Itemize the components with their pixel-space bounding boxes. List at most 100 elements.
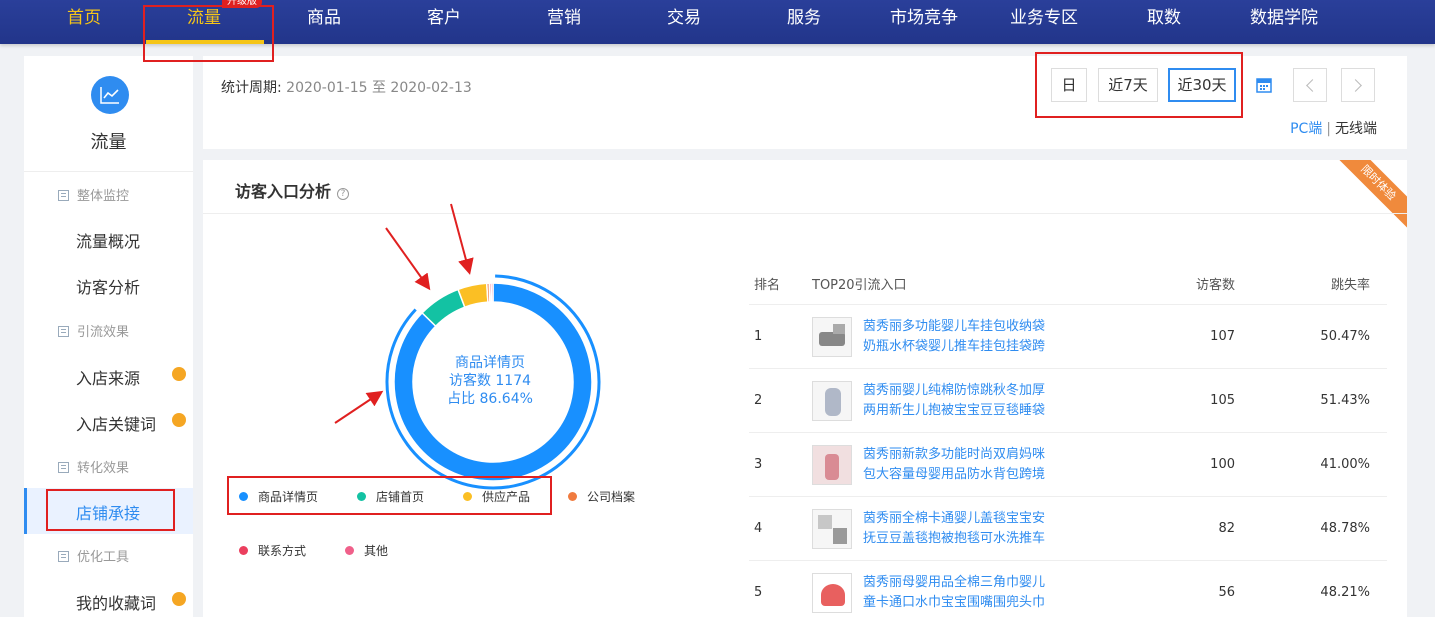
sidebar-active-highlight-box (46, 489, 175, 531)
row-rank: 1 (754, 329, 763, 344)
sidebar-group-label: 转化效果 (77, 461, 130, 476)
nav-data-fetch[interactable]: 取数 (1104, 0, 1224, 44)
sidebar-divider (24, 171, 193, 172)
nav-customers[interactable]: 客户 (384, 0, 504, 44)
table-header-bounce: 跳失率 (1330, 278, 1370, 293)
product-name-line2: 包大容量母婴用品防水背包跨境 (863, 467, 1046, 482)
row-rank: 3 (754, 457, 763, 472)
traffic-chart-icon (91, 76, 129, 114)
sidebar-group-tools: 优化工具 (58, 546, 129, 565)
product-thumbnail[interactable] (812, 509, 852, 549)
next-period-button[interactable] (1341, 68, 1375, 102)
row-rank: 5 (754, 585, 763, 600)
building-icon (58, 462, 69, 473)
sidebar-group-label: 引流效果 (77, 325, 130, 340)
nav-market[interactable]: 市场竞争 (864, 0, 984, 44)
new-dot-icon (172, 413, 186, 427)
sidebar-item-traffic-overview[interactable]: 流量概况 (76, 228, 140, 252)
sidebar-item-visitor-analysis[interactable]: 访客分析 (76, 274, 140, 298)
sidebar-group-monitoring: 整体监控 (58, 185, 129, 204)
product-name-line1: 茵秀丽婴儿纯棉防惊跳秋冬加厚 (863, 383, 1046, 398)
building-icon (58, 190, 69, 201)
table-divider (749, 496, 1387, 497)
annotation-arrows (334, 203, 474, 424)
legend-item-other[interactable]: 其他 (345, 542, 388, 559)
help-icon[interactable]: ? (337, 188, 350, 200)
prev-period-button[interactable] (1293, 68, 1327, 102)
sidebar-group-traffic-effect: 引流效果 (58, 321, 129, 340)
product-name-line2: 童卡通口水巾宝宝围嘴围兜头巾 (863, 595, 1046, 610)
product-thumbnail[interactable] (812, 381, 852, 421)
sidebar-item-entry-source[interactable]: 入店来源 (76, 365, 140, 389)
product-thumbnail[interactable] (812, 317, 852, 357)
product-link[interactable]: 茵秀丽全棉卡通婴儿盖毯宝宝安 抚豆豆盖毯抱被抱毯可水洗推车 (863, 509, 1053, 549)
legend-item-contact[interactable]: 联系方式 (239, 542, 306, 559)
product-name-line2: 奶瓶水杯袋婴儿推车挂包挂袋跨 (863, 339, 1046, 354)
nav-marketing[interactable]: 营销 (504, 0, 624, 44)
row-visitors: 105 (1210, 393, 1235, 408)
row-visitors: 82 (1218, 521, 1235, 536)
nav-data-academy[interactable]: 数据学院 (1224, 0, 1344, 44)
sidebar-title: 流量 (90, 132, 127, 153)
stat-period: 统计周期: 2020-01-15 至 2020-02-13 (221, 77, 472, 97)
row-rank: 4 (754, 521, 763, 536)
row-visitors: 107 (1210, 329, 1235, 344)
sidebar-group-label: 整体监控 (77, 189, 130, 204)
visitor-entry-panel: 访客入口分析? 限时体验 商品详情页 访客数 1174 占比 86.64% 商品… (203, 160, 1407, 617)
period-label: 统计周期: (221, 80, 282, 96)
product-name-line2: 两用新生儿抱被宝宝豆豆毯睡袋 (863, 403, 1046, 418)
chevron-right-icon (1349, 79, 1362, 92)
row-bounce-rate: 48.78% (1320, 521, 1370, 536)
product-link[interactable]: 茵秀丽新款多功能时尚双肩妈咪 包大容量母婴用品防水背包跨境 (863, 445, 1053, 485)
product-name-line1: 茵秀丽新款多功能时尚双肩妈咪 (863, 447, 1046, 462)
calendar-button[interactable] (1247, 68, 1281, 102)
device-pc-link[interactable]: PC端 (1290, 121, 1322, 137)
sidebar: 流量 整体监控 流量概况 访客分析 引流效果 入店来源 入店关键词 转化效果 店… (24, 56, 193, 617)
product-link[interactable]: 茵秀丽婴儿纯棉防惊跳秋冬加厚 两用新生儿抱被宝宝豆豆毯睡袋 (863, 381, 1053, 421)
row-bounce-rate: 51.43% (1320, 393, 1370, 408)
table-header-rank: 排名 (754, 278, 781, 293)
building-icon (58, 326, 69, 337)
product-thumbnail[interactable] (812, 573, 852, 613)
device-wireless-link[interactable]: 无线端 (1335, 121, 1377, 137)
product-thumbnail[interactable] (812, 445, 852, 485)
row-rank: 2 (754, 393, 763, 408)
new-dot-icon (172, 592, 186, 606)
product-name-line1: 茵秀丽多功能婴儿车挂包收纳袋 (863, 319, 1046, 334)
nav-home[interactable]: 首页 (24, 0, 144, 44)
legend-dot (568, 492, 577, 501)
product-link[interactable]: 茵秀丽多功能婴儿车挂包收纳袋 奶瓶水杯袋婴儿推车挂包挂袋跨 (863, 317, 1053, 357)
nav-products[interactable]: 商品 (264, 0, 384, 44)
legend-dot (345, 546, 354, 555)
sidebar-item-favorite-words[interactable]: 我的收藏词 (76, 590, 156, 614)
product-name-line2: 抚豆豆盖毯抱被抱毯可水洗推车 (863, 531, 1046, 546)
legend-label: 公司档案 (587, 490, 636, 504)
calendar-icon (1256, 78, 1272, 93)
legend-label: 其他 (364, 544, 389, 558)
legend-item-company-profile[interactable]: 公司档案 (568, 488, 635, 505)
table-divider (749, 560, 1387, 561)
row-bounce-rate: 41.00% (1320, 457, 1370, 472)
period-buttons-highlight-box (1035, 52, 1243, 118)
row-bounce-rate: 50.47% (1320, 329, 1370, 344)
table-header-visitors: 访客数 (1195, 278, 1235, 293)
nav-service[interactable]: 服务 (744, 0, 864, 44)
device-switch: PC端 | 无线端 (1290, 118, 1377, 138)
chevron-left-icon (1306, 79, 1319, 92)
row-bounce-rate: 48.21% (1320, 585, 1370, 600)
legend-highlight-box (227, 476, 552, 515)
product-link[interactable]: 茵秀丽母婴用品全棉三角巾婴儿 童卡通口水巾宝宝围嘴围兜头巾 (863, 573, 1053, 613)
device-separator: | (1326, 121, 1331, 137)
legend-dot (239, 546, 248, 555)
table-divider (749, 368, 1387, 369)
new-dot-icon (172, 367, 186, 381)
sidebar-item-entry-keywords[interactable]: 入店关键词 (76, 411, 156, 435)
nav-business-zone[interactable]: 业务专区 (984, 0, 1104, 44)
legend-label: 联系方式 (258, 544, 307, 558)
sidebar-group-conversion: 转化效果 (58, 457, 129, 476)
table-header-entry: TOP20引流入口 (812, 278, 907, 293)
trial-ribbon: 限时体验 (1331, 160, 1407, 230)
panel-title-text: 访客入口分析 (235, 182, 332, 201)
nav-trade[interactable]: 交易 (624, 0, 744, 44)
row-visitors: 56 (1218, 585, 1235, 600)
